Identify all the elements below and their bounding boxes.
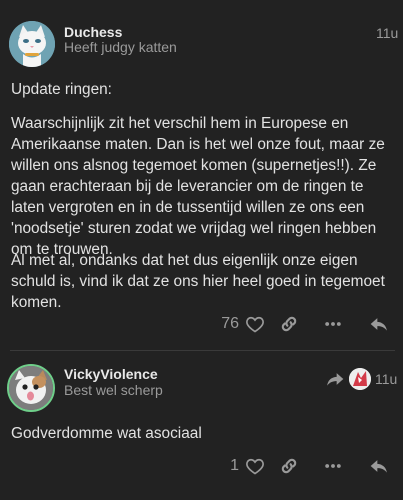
reply-icon[interactable]	[369, 456, 389, 476]
post-actions: 1	[230, 453, 389, 479]
like-count[interactable]: 76	[221, 315, 239, 333]
user-title: Heeft judgy katten	[64, 39, 177, 55]
link-icon[interactable]	[279, 314, 299, 334]
post-paragraph: Waarschijnlijk zit het verschil hem in E…	[11, 115, 385, 258]
more-icon[interactable]	[323, 456, 343, 476]
avatar[interactable]	[7, 364, 55, 412]
more-icon[interactable]	[323, 314, 343, 334]
heart-icon[interactable]	[245, 456, 265, 476]
like-count[interactable]: 1	[230, 457, 239, 475]
user-title: Best wel scherp	[64, 382, 163, 398]
post-vickyviolence: VickyViolence Best wel scherp 11u Godver…	[0, 351, 403, 500]
post-actions: 76	[221, 311, 389, 337]
reply-to-avatar[interactable]	[349, 368, 371, 390]
post-time[interactable]: 11u	[375, 371, 397, 387]
username[interactable]: VickyViolence	[64, 366, 158, 382]
avatar[interactable]	[9, 21, 55, 67]
heart-icon[interactable]	[245, 314, 265, 334]
post-duchess: Duchess Heeft judgy katten 11u Update ri…	[0, 0, 403, 350]
username[interactable]: Duchess	[64, 24, 122, 40]
reply-to-arrow-icon	[325, 369, 345, 389]
post-time[interactable]: 11u	[376, 25, 398, 41]
post-paragraph: Godverdomme wat asociaal	[11, 425, 202, 442]
reply-icon[interactable]	[369, 314, 389, 334]
post-paragraph: Al met al, ondanks dat het dus eigenlijk…	[11, 252, 385, 311]
reply-to-indicator[interactable]	[325, 365, 375, 393]
post-paragraph: Update ringen:	[11, 81, 112, 98]
link-icon[interactable]	[279, 456, 299, 476]
